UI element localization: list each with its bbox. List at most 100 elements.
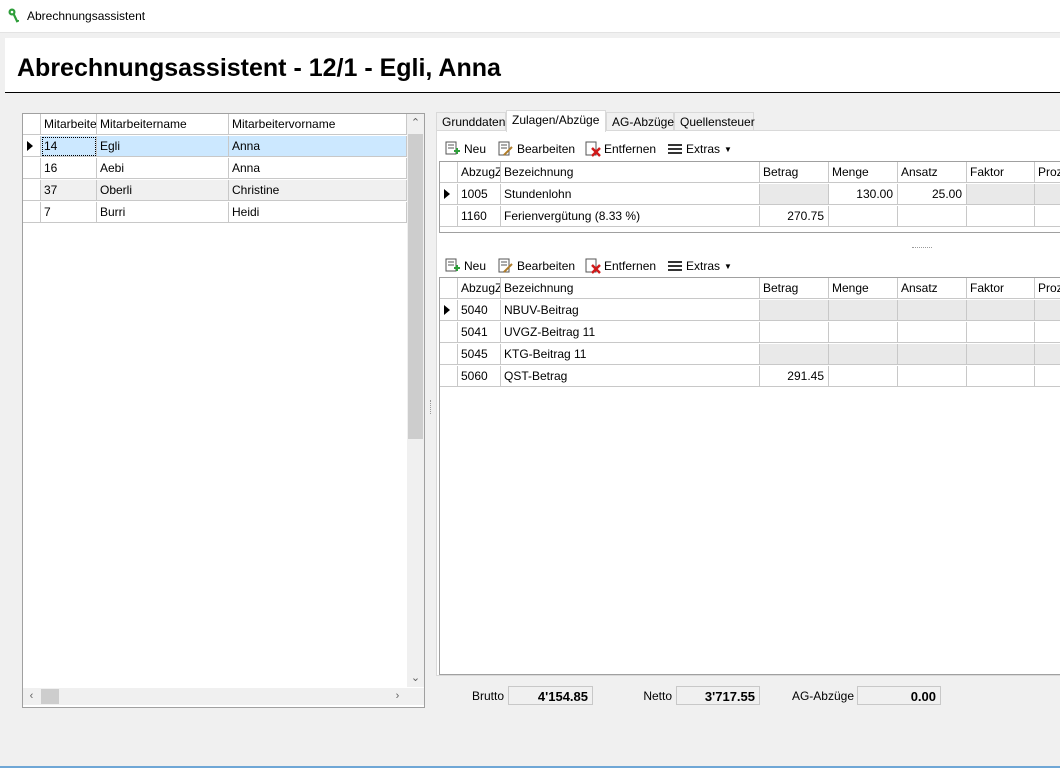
cell-ansatz[interactable] — [898, 322, 967, 343]
cell-betrag[interactable]: 291.45 — [760, 366, 829, 387]
cell-vorname[interactable]: Anna — [229, 158, 407, 179]
cell-menge[interactable] — [829, 366, 898, 387]
edit-button[interactable]: Bearbeiten — [497, 140, 575, 158]
cell-bezeichnung[interactable]: NBUV-Beitrag — [501, 300, 760, 321]
column-header-ansatz[interactable]: Ansatz — [898, 162, 967, 183]
cell-code[interactable]: 5040 — [458, 300, 501, 321]
cell-vorname[interactable]: Heidi — [229, 202, 407, 223]
column-header-betrag[interactable]: Betrag — [760, 278, 829, 299]
cell-faktor[interactable] — [967, 344, 1035, 365]
cell-code[interactable]: 1160 — [458, 206, 501, 227]
scroll-left-icon[interactable]: ‹ — [23, 688, 40, 705]
cell-menge[interactable] — [829, 344, 898, 365]
abzug-row[interactable]: 5041 UVGZ-Beitrag 11 — [440, 322, 1060, 344]
horizontal-splitter[interactable] — [912, 247, 932, 251]
cell-name[interactable]: Aebi — [97, 158, 229, 179]
column-header-menge[interactable]: Menge — [829, 162, 898, 183]
cell-faktor[interactable] — [967, 366, 1035, 387]
cell-nr[interactable]: 14 — [41, 136, 97, 157]
cell-nr[interactable]: 7 — [41, 202, 97, 223]
new-button[interactable]: Neu — [444, 140, 486, 158]
remove-button[interactable]: Entfernen — [584, 257, 656, 275]
column-header-name[interactable]: Mitarbeitername — [97, 114, 229, 135]
cell-faktor[interactable] — [967, 300, 1035, 321]
cell-name[interactable]: Oberli — [97, 180, 229, 201]
column-header-prozent[interactable]: Proze — [1035, 162, 1060, 183]
cell-menge[interactable] — [829, 300, 898, 321]
cell-ansatz[interactable] — [898, 344, 967, 365]
cell-faktor[interactable] — [967, 206, 1035, 227]
column-header-faktor[interactable]: Faktor — [967, 162, 1035, 183]
cell-bezeichnung[interactable]: QST-Betrag — [501, 366, 760, 387]
vertical-scroll-thumb[interactable] — [408, 134, 423, 439]
tab-zulagen-abzuege[interactable]: Zulagen/Abzüge — [506, 110, 606, 132]
tab-quellensteuer[interactable]: Quellensteuer — [674, 112, 755, 131]
cell-prozent[interactable] — [1035, 322, 1060, 343]
scroll-down-icon[interactable]: ⌄ — [407, 670, 424, 687]
cell-prozent[interactable] — [1035, 344, 1060, 365]
tab-grunddaten[interactable]: Grunddaten — [436, 112, 506, 131]
cell-ansatz[interactable] — [898, 206, 967, 227]
zulage-row[interactable]: 1160 Ferienvergütung (8.33 %) 270.75 — [440, 206, 1060, 228]
cell-betrag[interactable]: 270.75 — [760, 206, 829, 227]
employee-row[interactable]: 16 Aebi Anna — [23, 158, 407, 180]
column-header-abzug[interactable]: AbzugZ — [458, 162, 501, 183]
cell-prozent[interactable] — [1035, 184, 1060, 205]
cell-name[interactable]: Burri — [97, 202, 229, 223]
scroll-up-icon[interactable]: ⌃ — [407, 115, 424, 132]
horizontal-scrollbar[interactable]: ‹ › — [23, 688, 407, 705]
cell-nr[interactable]: 16 — [41, 158, 97, 179]
cell-menge[interactable] — [829, 322, 898, 343]
cell-bezeichnung[interactable]: Ferienvergütung (8.33 %) — [501, 206, 760, 227]
scroll-right-icon[interactable]: › — [389, 688, 406, 705]
column-header-bezeichnung[interactable]: Bezeichnung — [501, 162, 760, 183]
cell-name[interactable]: Egli — [97, 136, 229, 157]
cell-menge[interactable]: 130.00 — [829, 184, 898, 205]
cell-prozent[interactable] — [1035, 366, 1060, 387]
employee-row[interactable]: 14 Egli Anna — [23, 136, 407, 158]
cell-bezeichnung[interactable]: KTG-Beitrag 11 — [501, 344, 760, 365]
cell-ansatz[interactable] — [898, 300, 967, 321]
column-header-abzug[interactable]: AbzugZ — [458, 278, 501, 299]
employee-grid[interactable]: Mitarbeiten Mitarbeitername Mitarbeiterv… — [22, 113, 425, 708]
cell-code[interactable]: 5041 — [458, 322, 501, 343]
cell-faktor[interactable] — [967, 322, 1035, 343]
cell-code[interactable]: 5045 — [458, 344, 501, 365]
cell-code[interactable]: 1005 — [458, 184, 501, 205]
zulage-row[interactable]: 1005 Stundenlohn 130.00 25.00 — [440, 184, 1060, 206]
column-header-vorname[interactable]: Mitarbeitervorname — [229, 114, 407, 135]
zulagen-grid[interactable]: AbzugZ Bezeichnung Betrag Menge Ansatz F… — [439, 161, 1060, 233]
extras-menu-button[interactable]: Extras ▼ — [666, 257, 732, 275]
employee-row[interactable]: 37 Oberli Christine — [23, 180, 407, 202]
abzug-row[interactable]: 5045 KTG-Beitrag 11 — [440, 344, 1060, 366]
cell-prozent[interactable] — [1035, 206, 1060, 227]
cell-betrag[interactable] — [760, 300, 829, 321]
vertical-splitter[interactable] — [430, 400, 434, 414]
remove-button[interactable]: Entfernen — [584, 140, 656, 158]
extras-menu-button[interactable]: Extras ▼ — [666, 140, 732, 158]
cell-nr[interactable]: 37 — [41, 180, 97, 201]
cell-vorname[interactable]: Christine — [229, 180, 407, 201]
column-header-faktor[interactable]: Faktor — [967, 278, 1035, 299]
column-header-bezeichnung[interactable]: Bezeichnung — [501, 278, 760, 299]
new-button[interactable]: Neu — [444, 257, 486, 275]
column-header-prozent[interactable]: Proze — [1035, 278, 1060, 299]
edit-button[interactable]: Bearbeiten — [497, 257, 575, 275]
employee-row[interactable]: 7 Burri Heidi — [23, 202, 407, 224]
vertical-scrollbar[interactable]: ⌃ ⌄ — [407, 114, 424, 687]
tab-ag-abzuege[interactable]: AG-Abzüge — [606, 112, 674, 131]
cell-ansatz[interactable]: 25.00 — [898, 184, 967, 205]
cell-code[interactable]: 5060 — [458, 366, 501, 387]
cell-faktor[interactable] — [967, 184, 1035, 205]
cell-betrag[interactable] — [760, 322, 829, 343]
cell-bezeichnung[interactable]: Stundenlohn — [501, 184, 760, 205]
abzug-row[interactable]: 5040 NBUV-Beitrag — [440, 300, 1060, 322]
cell-vorname[interactable]: Anna — [229, 136, 407, 157]
cell-betrag[interactable] — [760, 184, 829, 205]
column-header-ansatz[interactable]: Ansatz — [898, 278, 967, 299]
cell-ansatz[interactable] — [898, 366, 967, 387]
abzug-row[interactable]: 5060 QST-Betrag 291.45 — [440, 366, 1060, 388]
cell-betrag[interactable] — [760, 344, 829, 365]
cell-prozent[interactable] — [1035, 300, 1060, 321]
horizontal-scroll-thumb[interactable] — [41, 689, 59, 704]
